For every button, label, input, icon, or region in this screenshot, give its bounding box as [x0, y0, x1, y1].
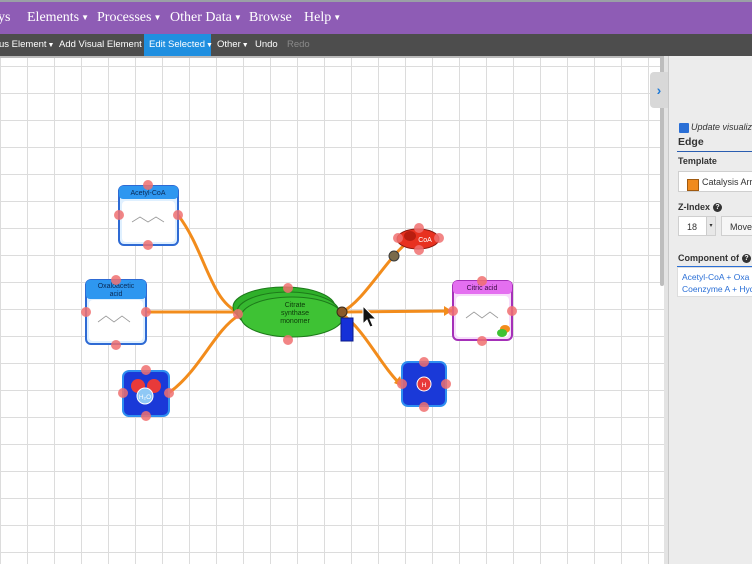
node-label: Citric acid [467, 285, 498, 292]
update-visualization-checkbox[interactable] [679, 123, 689, 133]
bend-point-handle[interactable] [388, 250, 400, 262]
help-icon[interactable]: ? [713, 203, 723, 212]
node-label: H [422, 382, 427, 389]
component-of-label: Component of? [678, 253, 751, 263]
edge-acetyl-coa[interactable] [176, 213, 240, 314]
properties-panel: Update visualiza Edge Template Catalysis… [668, 56, 752, 564]
mouse-cursor-icon [362, 304, 378, 328]
edge-coa[interactable] [340, 238, 412, 314]
node-oxaloacetic-acid[interactable]: Oxaloacetic acid [85, 279, 147, 345]
panel-toggle-chevron-icon[interactable]: › [650, 72, 668, 108]
template-select[interactable]: Catalysis Arro [678, 171, 752, 192]
node-label: H₂O [139, 394, 151, 401]
node-label: CoA [418, 237, 432, 244]
node-label: monomer [280, 318, 310, 325]
node-h2o[interactable]: H₂O [122, 370, 170, 417]
node-citric-acid[interactable]: Citric acid [452, 280, 513, 341]
pill-icon [497, 329, 507, 337]
node-label: Citrate [285, 302, 306, 309]
pathway-diagram: Acetyl-CoA Oxaloacetic acid H₂O Citrate … [81, 180, 517, 421]
section-divider [677, 151, 752, 152]
zindex-label: Z-Index? [678, 202, 723, 212]
help-icon[interactable]: ? [742, 254, 751, 263]
edge-grip-handle[interactable] [340, 317, 354, 342]
node-acetyl-coa[interactable]: Acetyl-CoA [118, 185, 179, 246]
template-swatch-icon [687, 179, 699, 191]
node-citrate-synthase[interactable]: Citrate synthase monomer [232, 286, 344, 338]
edge-source-handle[interactable] [336, 306, 348, 318]
zindex-input[interactable]: 18 ▾ [678, 216, 716, 236]
stepper-icon[interactable]: ▾ [706, 217, 715, 235]
move-button[interactable]: Move [721, 216, 752, 236]
update-visualization-label: Update visualiza [691, 122, 752, 132]
node-label: Acetyl-CoA [130, 190, 165, 197]
template-label: Template [678, 156, 717, 166]
component-link[interactable]: Coenzyme A + Hyd [682, 284, 752, 294]
node-label: synthase [281, 310, 309, 317]
node-label: acid [110, 291, 123, 298]
component-link[interactable]: Acetyl-CoA + Oxa [682, 272, 749, 282]
edge-citric-acid[interactable] [340, 309, 454, 314]
node-h[interactable]: H [401, 361, 447, 407]
edge-h2o[interactable] [168, 314, 240, 394]
panel-section-title: Edge [678, 136, 704, 148]
component-list: Acetyl-CoA + Oxa Coenzyme A + Hyd [677, 267, 752, 297]
